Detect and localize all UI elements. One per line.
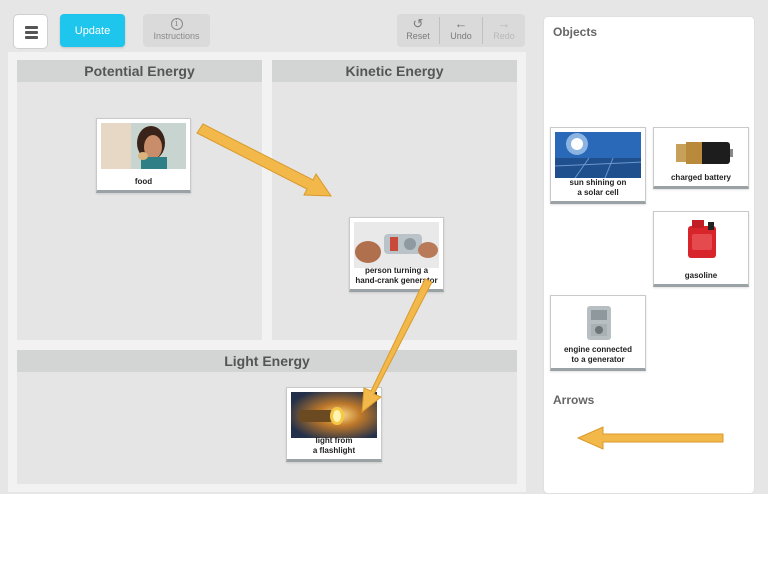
- hand-crank-image: [354, 222, 439, 268]
- card-engine-generator[interactable]: engine connected to a generator: [550, 295, 646, 371]
- card-label: sun shining on a solar cell: [569, 178, 627, 197]
- card-charged-battery[interactable]: charged battery: [653, 127, 749, 189]
- zone-title-kinetic: Kinetic Energy: [272, 60, 517, 82]
- redo-button[interactable]: → Redo: [483, 14, 525, 47]
- objects-heading: Objects: [553, 25, 598, 39]
- undo-label: Undo: [450, 31, 472, 41]
- reset-label: Reset: [406, 31, 430, 41]
- card-label: engine connected to a generator: [563, 345, 632, 364]
- card-gasoline[interactable]: gasoline: [653, 211, 749, 287]
- solar-cell-image: [555, 132, 641, 178]
- info-icon: i: [170, 18, 183, 30]
- card-label: light from a flashlight: [312, 436, 356, 455]
- food-image: [101, 123, 186, 169]
- card-sun-solar-cell[interactable]: sun shining on a solar cell: [550, 127, 646, 204]
- instructions-button[interactable]: i Instructions: [143, 14, 210, 47]
- redo-arrow-icon: →: [497, 16, 511, 31]
- history-controls: ↺ Reset ← Undo → Redo: [397, 14, 525, 47]
- menu-button[interactable]: [13, 14, 48, 49]
- redo-label: Redo: [493, 31, 515, 41]
- undo-arrow-icon: ←: [454, 16, 468, 31]
- hamburger-icon: [25, 26, 38, 29]
- zone-potential-energy[interactable]: Potential Energy: [17, 60, 262, 340]
- card-food[interactable]: food: [96, 118, 191, 193]
- arrows-heading: Arrows: [553, 393, 595, 407]
- hamburger-icon-bar: [25, 31, 38, 34]
- zone-title-light: Light Energy: [17, 350, 517, 372]
- object-panel: Objects sun shining on a solar cell char…: [543, 16, 755, 494]
- instructions-label: Instructions: [153, 31, 200, 41]
- model-canvas[interactable]: Potential Energy Kinetic Energy Light En…: [8, 52, 526, 492]
- undo-button[interactable]: ← Undo: [440, 14, 482, 47]
- hamburger-icon-bar: [25, 36, 38, 39]
- card-label: charged battery: [670, 173, 732, 182]
- battery-image: [658, 132, 744, 172]
- gas-can-image: [658, 216, 744, 262]
- engine-image: [555, 300, 641, 346]
- card-label: food: [134, 177, 153, 186]
- zone-kinetic-energy[interactable]: Kinetic Energy: [272, 60, 517, 340]
- reset-button[interactable]: ↺ Reset: [397, 14, 439, 47]
- update-button[interactable]: Update: [60, 14, 125, 47]
- card-label: gasoline: [684, 271, 718, 280]
- zone-light-energy[interactable]: Light Energy: [17, 350, 517, 484]
- app-root: Update i Instructions ↺ Reset ← Undo → R…: [0, 0, 768, 494]
- zone-title-potential: Potential Energy: [17, 60, 262, 82]
- reset-icon: ↺: [412, 16, 424, 31]
